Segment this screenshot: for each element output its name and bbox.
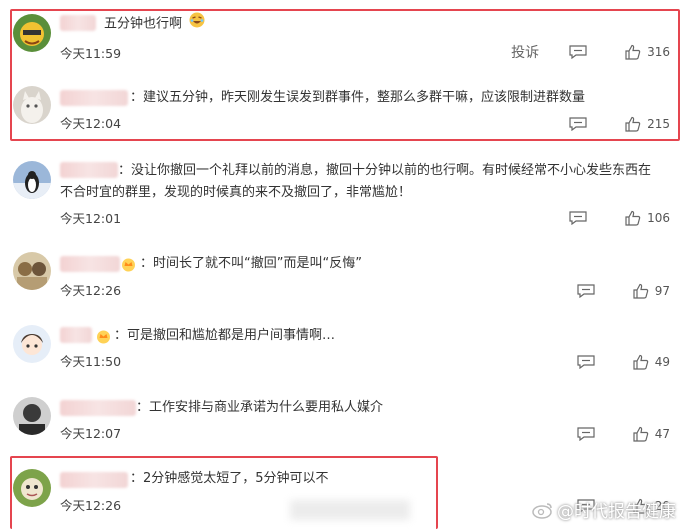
like-count: 47 [654, 427, 670, 441]
comment-prefix: ： [118, 163, 132, 178]
weibo-logo-icon [532, 502, 552, 519]
thumbs-up-icon [625, 116, 641, 132]
report-button[interactable]: 投诉 [511, 42, 539, 62]
like-button[interactable]: 215 [625, 116, 670, 132]
comment-prefix: ： [114, 328, 128, 343]
comment-prefix: ： [136, 400, 150, 415]
comment-text: 可是撤回和尴尬都是用户间事情啊… [127, 328, 336, 343]
like-button[interactable]: 97 [633, 283, 670, 299]
avatar[interactable] [13, 86, 51, 124]
comment-actions: 215 [569, 116, 670, 132]
comment-icon [577, 355, 595, 369]
comment-actions: 106 [569, 210, 670, 226]
comment-time: 今天12:01 [60, 211, 122, 226]
comment-time: 今天12:26 [60, 283, 122, 298]
comment-icon [577, 427, 595, 441]
username-blurred[interactable] [60, 256, 120, 272]
like-count: 316 [647, 45, 670, 59]
comment-prefix: ： [130, 471, 144, 486]
reply-button[interactable] [569, 211, 625, 225]
username-blurred[interactable] [60, 472, 128, 488]
comment-actions: 49 [577, 354, 670, 370]
avatar[interactable] [13, 325, 51, 363]
comment-icon [569, 117, 587, 131]
comment-text: 时间长了就不叫“撤回”而是叫“反悔” [153, 256, 362, 271]
reply-button[interactable] [569, 45, 625, 59]
comment-text: 建议五分钟，昨天刚发生误发到群事件，整那么多群干嘛，应该限制进群数量 [143, 90, 586, 105]
username-blurred[interactable] [60, 15, 96, 31]
thumbs-up-icon [625, 210, 641, 226]
blurred-region [290, 500, 410, 520]
comment-time: 今天12:07 [60, 426, 122, 441]
laugh-emoji-icon [189, 12, 205, 36]
like-count: 106 [647, 211, 670, 225]
comment-actions: 投诉 316 [511, 42, 670, 62]
crown-badge-icon [121, 257, 136, 272]
comment-text-line: 不合时宜的群里，发现的时候真的来不及撤回了，非常尴尬！ [60, 185, 412, 200]
comment-time: 今天12:04 [60, 116, 122, 131]
comment-icon [569, 45, 587, 59]
reply-button[interactable] [577, 427, 633, 441]
like-button[interactable]: 106 [625, 210, 670, 226]
comment-text: 2分钟感觉太短了，5分钟可以不 [143, 471, 329, 486]
like-count: 97 [654, 284, 670, 298]
comment-time: 今天11:50 [60, 354, 122, 369]
reply-button[interactable] [569, 117, 625, 131]
comment-actions: 97 [577, 283, 670, 299]
thumbs-up-icon [633, 354, 648, 370]
like-count: 49 [654, 355, 670, 369]
avatar[interactable] [13, 397, 51, 435]
like-button[interactable]: 47 [633, 426, 670, 442]
reply-button[interactable] [577, 284, 633, 298]
thumbs-up-icon [633, 283, 648, 299]
avatar[interactable] [13, 252, 51, 290]
comment-text-line: 没让你撤回一个礼拜以前的消息，撤回十分钟以前的也行啊。有时候经常不小心发些东西在 [131, 163, 652, 178]
like-button[interactable]: 316 [625, 44, 670, 60]
avatar[interactable] [13, 469, 51, 507]
crown-badge-icon [96, 329, 111, 344]
username-blurred[interactable] [60, 90, 128, 106]
comment-prefix: ： [140, 256, 154, 271]
thumbs-up-icon [625, 44, 641, 60]
thumbs-up-icon [633, 426, 648, 442]
avatar[interactable] [13, 14, 51, 52]
username-blurred[interactable] [60, 327, 92, 343]
comment-icon [569, 211, 587, 225]
watermark: @时代报告健康 [532, 497, 676, 522]
comment-prefix: ： [130, 90, 144, 105]
username-blurred[interactable] [60, 162, 118, 178]
comment-actions: 47 [577, 426, 670, 442]
comment-text: 工作安排与商业承诺为什么要用私人媒介 [149, 400, 384, 415]
reply-button[interactable] [577, 355, 633, 369]
comment-text: 五分钟也行啊 [104, 16, 183, 32]
watermark-text: @时代报告健康 [557, 502, 676, 522]
like-count: 215 [647, 117, 670, 131]
like-button[interactable]: 49 [633, 354, 670, 370]
comment-time: 今天11:59 [60, 46, 122, 61]
comment-time: 今天12:26 [60, 498, 122, 513]
avatar[interactable] [13, 161, 51, 199]
comment-icon [577, 284, 595, 298]
username-blurred[interactable] [60, 400, 136, 416]
